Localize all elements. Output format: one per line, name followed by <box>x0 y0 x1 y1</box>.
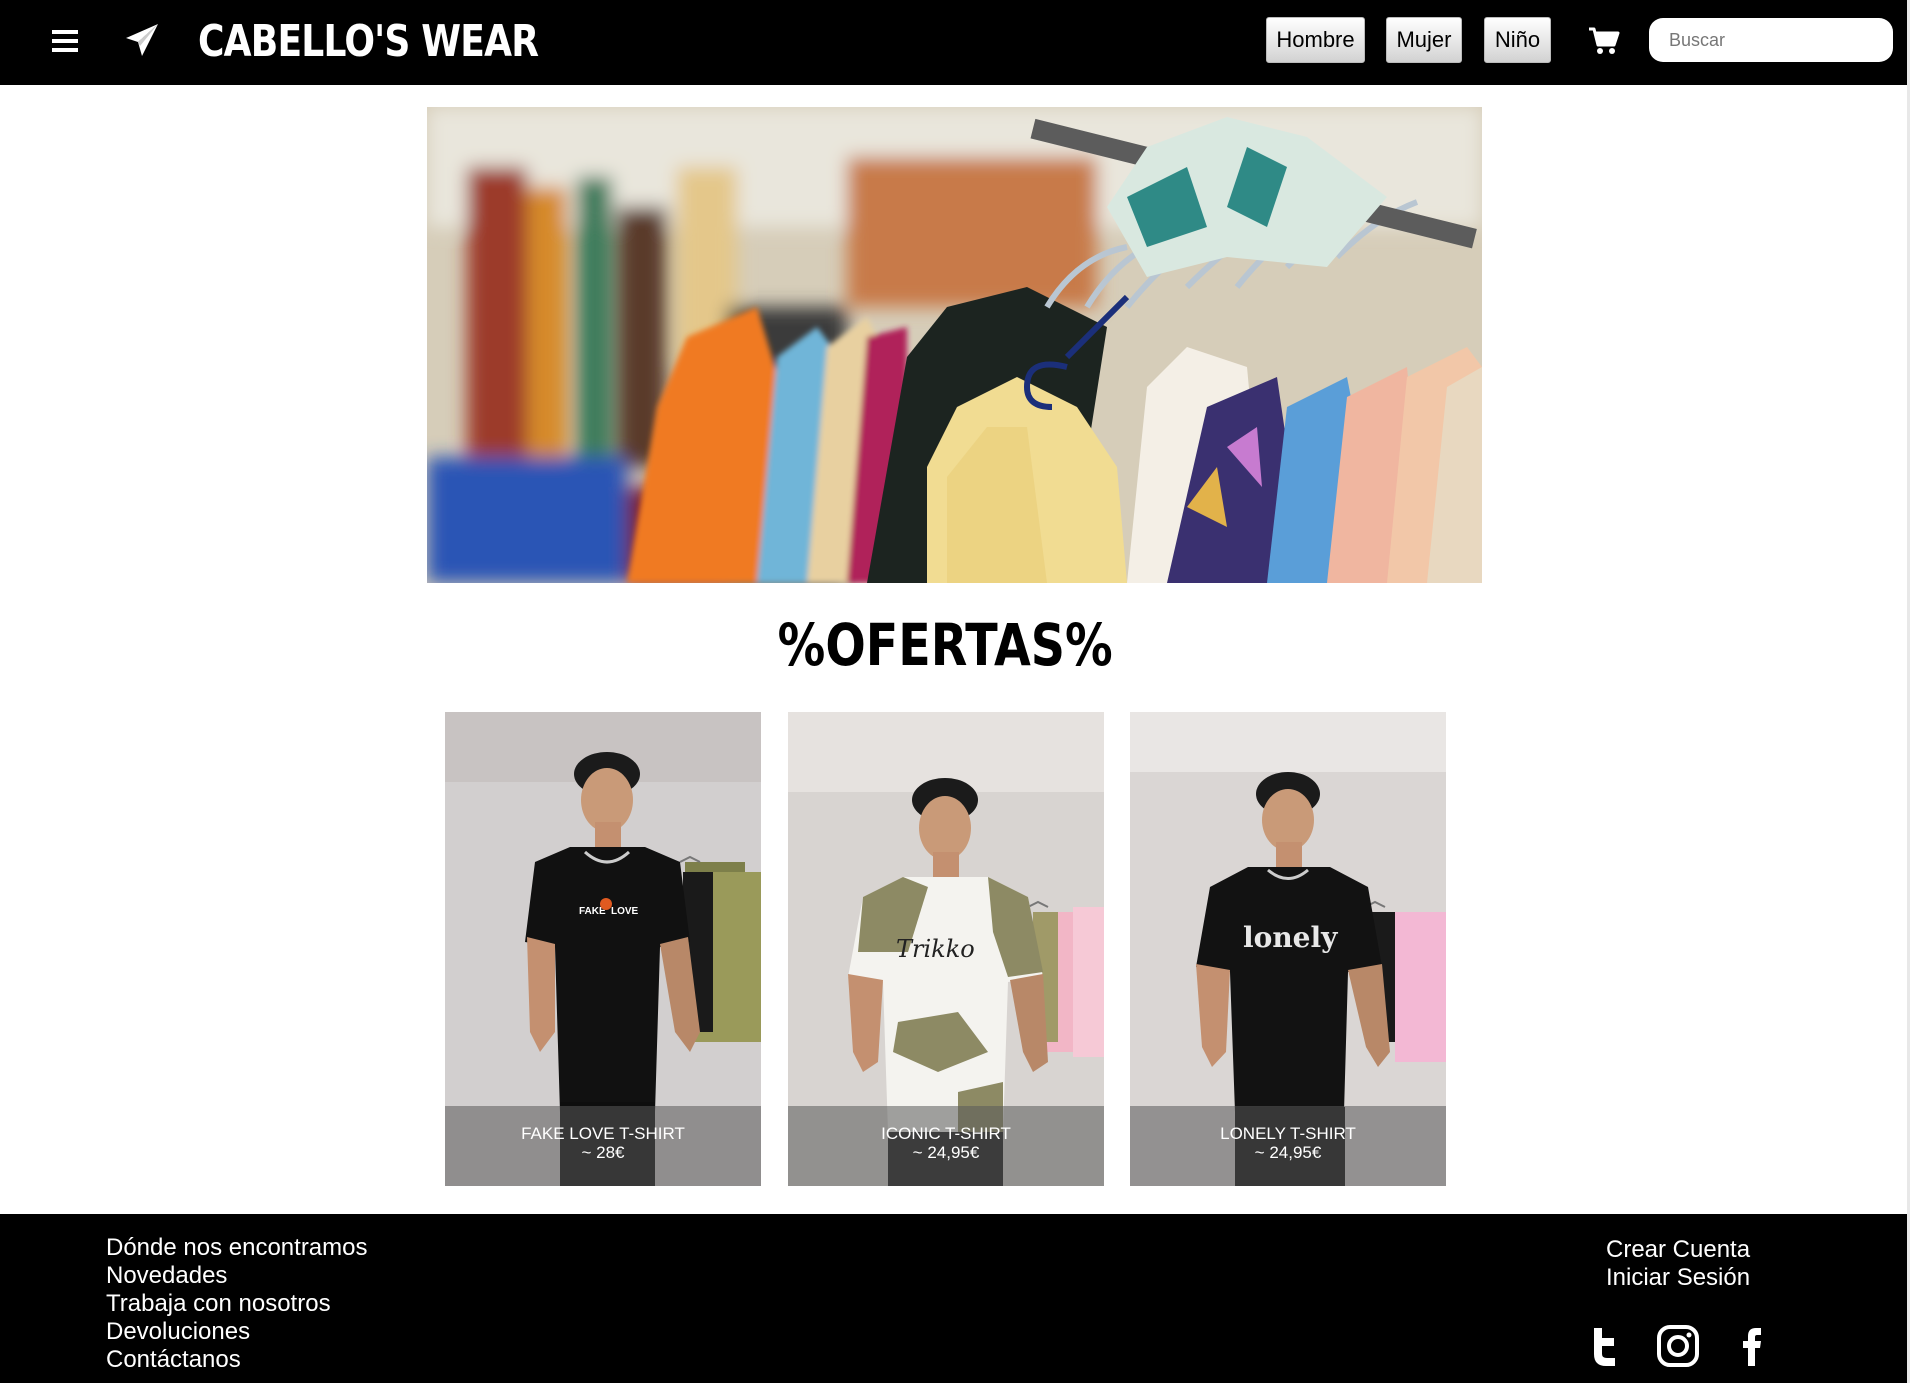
category-hombre-button[interactable]: Hombre <box>1266 17 1365 63</box>
category-mujer-button[interactable]: Mujer <box>1386 17 1462 63</box>
product-price: ~ 28€ <box>581 1143 625 1162</box>
product-card-iconic[interactable]: Trikko ICONIC T-SHIRT ~ 24,95€ <box>788 712 1104 1186</box>
product-caption: LONELY T-SHIRT ~ 24,95€ <box>1130 1106 1446 1186</box>
product-name: LONELY T-SHIRT <box>1220 1124 1356 1143</box>
footer-link-news[interactable]: Novedades <box>106 1262 368 1290</box>
cart-icon[interactable] <box>1588 26 1620 56</box>
facebook-icon[interactable] <box>1730 1324 1774 1368</box>
product-card-fake-love[interactable]: FAKE LOVE FAKE LOVE T-SHIRT ~ 28€ <box>445 712 761 1186</box>
account-links: Crear Cuenta Iniciar Sesión <box>1606 1236 1750 1292</box>
product-name: ICONIC T-SHIRT <box>881 1124 1011 1143</box>
footer-link-jobs[interactable]: Trabaja con nosotros <box>106 1290 368 1318</box>
twitter-icon[interactable] <box>1584 1324 1628 1368</box>
footer-link-contact[interactable]: Contáctanos <box>106 1346 368 1374</box>
footer-link-location[interactable]: Dónde nos encontramos <box>106 1234 368 1262</box>
product-price: ~ 24,95€ <box>912 1143 980 1162</box>
paper-plane-icon[interactable] <box>124 22 160 58</box>
search-input[interactable] <box>1649 18 1893 62</box>
create-account-link[interactable]: Crear Cuenta <box>1606 1236 1750 1264</box>
product-price: ~ 24,95€ <box>1254 1143 1322 1162</box>
footer: Dónde nos encontramos Novedades Trabaja … <box>0 1214 1907 1383</box>
footer-link-returns[interactable]: Devoluciones <box>106 1318 368 1346</box>
svg-text:lonely: lonely <box>1243 921 1338 954</box>
offers-heading: %OFERTAS% <box>777 611 1113 679</box>
footer-links: Dónde nos encontramos Novedades Trabaja … <box>106 1234 368 1374</box>
brand-logo[interactable]: CABELLO'S WEAR <box>198 14 539 70</box>
login-link[interactable]: Iniciar Sesión <box>1606 1264 1750 1292</box>
instagram-icon[interactable] <box>1656 1324 1700 1368</box>
product-caption: ICONIC T-SHIRT ~ 24,95€ <box>788 1106 1104 1186</box>
hero-clothing-rack-image <box>427 107 1482 583</box>
category-nino-button[interactable]: Niño <box>1484 17 1551 63</box>
product-caption: FAKE LOVE T-SHIRT ~ 28€ <box>445 1106 761 1186</box>
product-card-lonely[interactable]: lonely LONELY T-SHIRT ~ 24,95€ <box>1130 712 1446 1186</box>
product-name: FAKE LOVE T-SHIRT <box>521 1124 685 1143</box>
svg-text:Trikko: Trikko <box>896 935 975 963</box>
hamburger-menu-icon[interactable] <box>52 30 78 52</box>
svg-text:LOVE: LOVE <box>611 906 639 917</box>
top-navbar: CABELLO'S WEAR Hombre Mujer Niño <box>0 0 1907 85</box>
